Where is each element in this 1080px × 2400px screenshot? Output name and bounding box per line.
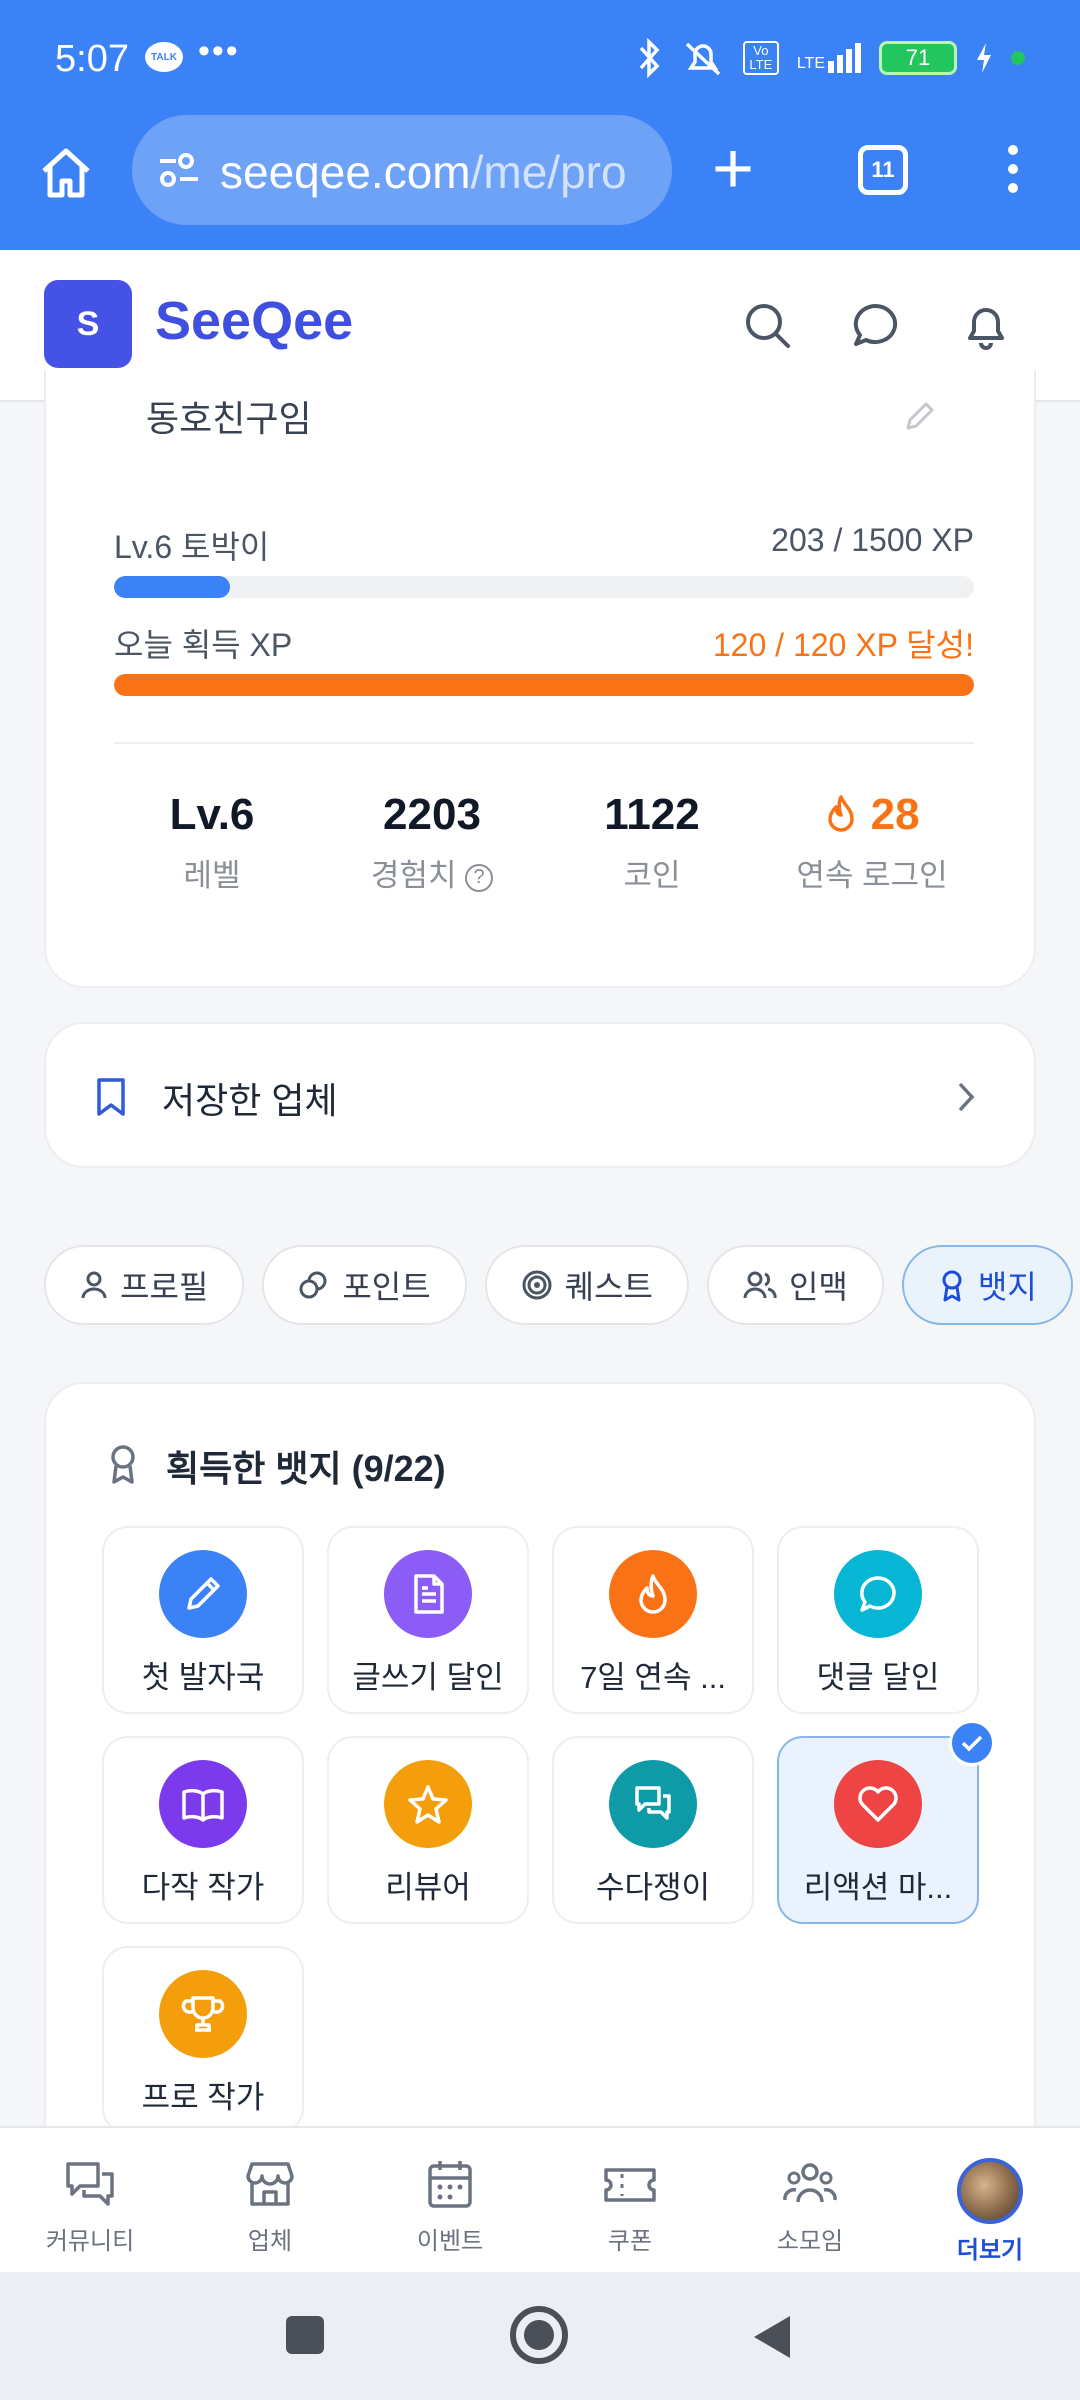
new-tab-icon[interactable]: + [712,133,754,205]
chats-icon [609,1760,697,1848]
mute-icon [685,42,721,76]
badge-item[interactable]: 댓글 달인 [777,1526,979,1714]
badge-item[interactable]: 수다쟁이 [552,1736,754,1924]
star-icon [384,1760,472,1848]
address-bar[interactable]: seeqee.com/me/pro [132,115,672,225]
award-icon [942,1270,962,1302]
stat-xp: 2203 경험치 ? [332,790,532,895]
tab-network[interactable]: 인맥 [706,1245,884,1325]
nickname: 동호친구임 [146,398,312,439]
level-label: Lv.6 토박이 [114,529,270,565]
chat-icon[interactable] [848,298,904,354]
today-xp-value: 120 / 120 XP 달성! [712,627,974,663]
stat-level: Lv.6 레벨 [169,790,255,893]
app-logo[interactable]: S [44,280,132,368]
saved-businesses-label: 저장한 업체 [162,1080,338,1121]
search-icon[interactable] [740,298,796,354]
today-xp-row: 오늘 획득 XP 120 / 120 XP 달성! [114,620,974,666]
target-icon [522,1270,552,1300]
award-icon [111,1445,135,1484]
chevron-right-icon [958,1082,975,1112]
lte-signal: LTE [797,43,861,73]
saved-businesses-row[interactable]: 저장한 업체 [44,1022,1036,1168]
chat-icon [834,1550,922,1638]
bookmark-icon [97,1078,125,1116]
divider [114,742,974,744]
nav-coupons[interactable]: 쿠폰 [540,2128,720,2272]
tab-points[interactable]: 포인트 [262,1245,467,1325]
coins-icon [299,1271,327,1299]
nav-more[interactable]: 더보기 [900,2128,1080,2272]
site-settings-icon[interactable] [156,153,202,187]
back-button[interactable] [750,2312,794,2362]
nav-business[interactable]: 업체 [180,2128,360,2272]
people-icon [743,1271,777,1299]
tab-quest[interactable]: 퀘스트 [484,1245,689,1325]
volte-icon: Vo LTE [742,41,779,75]
avatar [957,2158,1023,2224]
tab-profile[interactable]: 프로필 [44,1245,245,1325]
flame-icon [828,795,855,832]
brand-name[interactable]: SeeQee [155,290,353,352]
home-icon[interactable] [36,143,96,203]
badge-item[interactable]: 다작 작가 [102,1736,304,1924]
heart-icon [834,1760,922,1848]
system-nav-bar [0,2272,1080,2400]
bottom-nav: 커뮤니티 업체 이벤트 쿠폰 소모임 더보기 [0,2126,1080,2272]
status-time: 5:07 [55,38,129,80]
stat-coin: 1122 코인 [604,790,700,893]
calendar-icon [428,2161,472,2208]
badge-item[interactable]: 글쓰기 달인 [327,1526,529,1714]
badge-item[interactable]: 리뷰어 [327,1736,529,1924]
ticket-icon [604,2168,656,2202]
level-xp: 203 / 1500 XP [771,522,974,558]
status-bar: 5:07 TALK ••• Vo LTE LTE 71 [0,0,1080,115]
bluetooth-icon [639,38,660,78]
today-progress-bar [114,674,974,696]
today-xp-label: 오늘 획득 XP [114,627,293,663]
badge-item[interactable]: 첫 발자국 [102,1526,304,1714]
person-icon [81,1271,107,1299]
badges-title: 획득한 뱃지 (9/22) [166,1448,446,1489]
browser-toolbar: seeqee.com/me/pro + 11 [0,115,1080,250]
group-icon [783,2163,837,2203]
profile-tabs: 프로필 포인트 퀘스트 인맥 뱃지 [44,1245,1080,1327]
help-icon[interactable]: ? [465,863,494,892]
browser-menu-icon[interactable] [1003,145,1023,202]
nav-groups[interactable]: 소모임 [720,2128,900,2272]
charging-icon [977,43,991,73]
kakaotalk-icon: TALK [145,42,183,72]
bell-icon[interactable] [958,298,1014,354]
recents-button[interactable] [286,2316,324,2354]
level-progress-fill [114,576,231,598]
home-button[interactable] [510,2306,568,2364]
url-text: seeqee.com/me/pro [220,146,627,198]
badge-item-selected[interactable]: 리액션 마... [777,1720,995,1924]
document-icon [384,1550,472,1638]
edit-pencil-icon[interactable] [902,400,936,434]
trophy-icon [159,1970,247,2058]
book-icon [159,1760,247,1848]
check-icon [949,1720,995,1766]
stat-streak: 28 연속 로그인 [796,790,948,893]
community-chat-icon [66,2162,114,2206]
more-notifications-icon: ••• [198,32,240,70]
nav-community[interactable]: 커뮤니티 [0,2128,180,2272]
pencil-icon [159,1550,247,1638]
battery-indicator: 71 [879,41,957,75]
profile-card: 동호친구임 Lv.6 토박이 203 / 1500 XP 오늘 획득 XP 12… [44,370,1036,988]
badge-item[interactable]: 프로 작가 [102,1946,304,2134]
privacy-dot [1011,51,1025,65]
level-row: Lv.6 토박이 203 / 1500 XP [114,522,974,568]
today-progress-fill [114,674,974,696]
badge-item[interactable]: 7일 연속 ... [552,1526,754,1714]
nav-events[interactable]: 이벤트 [360,2128,540,2272]
tab-switcher-button[interactable]: 11 [858,145,908,195]
tab-badges[interactable]: 뱃지 [901,1245,1073,1325]
flame-icon [609,1550,697,1638]
level-progress-bar [114,576,974,598]
store-icon [246,2162,294,2206]
